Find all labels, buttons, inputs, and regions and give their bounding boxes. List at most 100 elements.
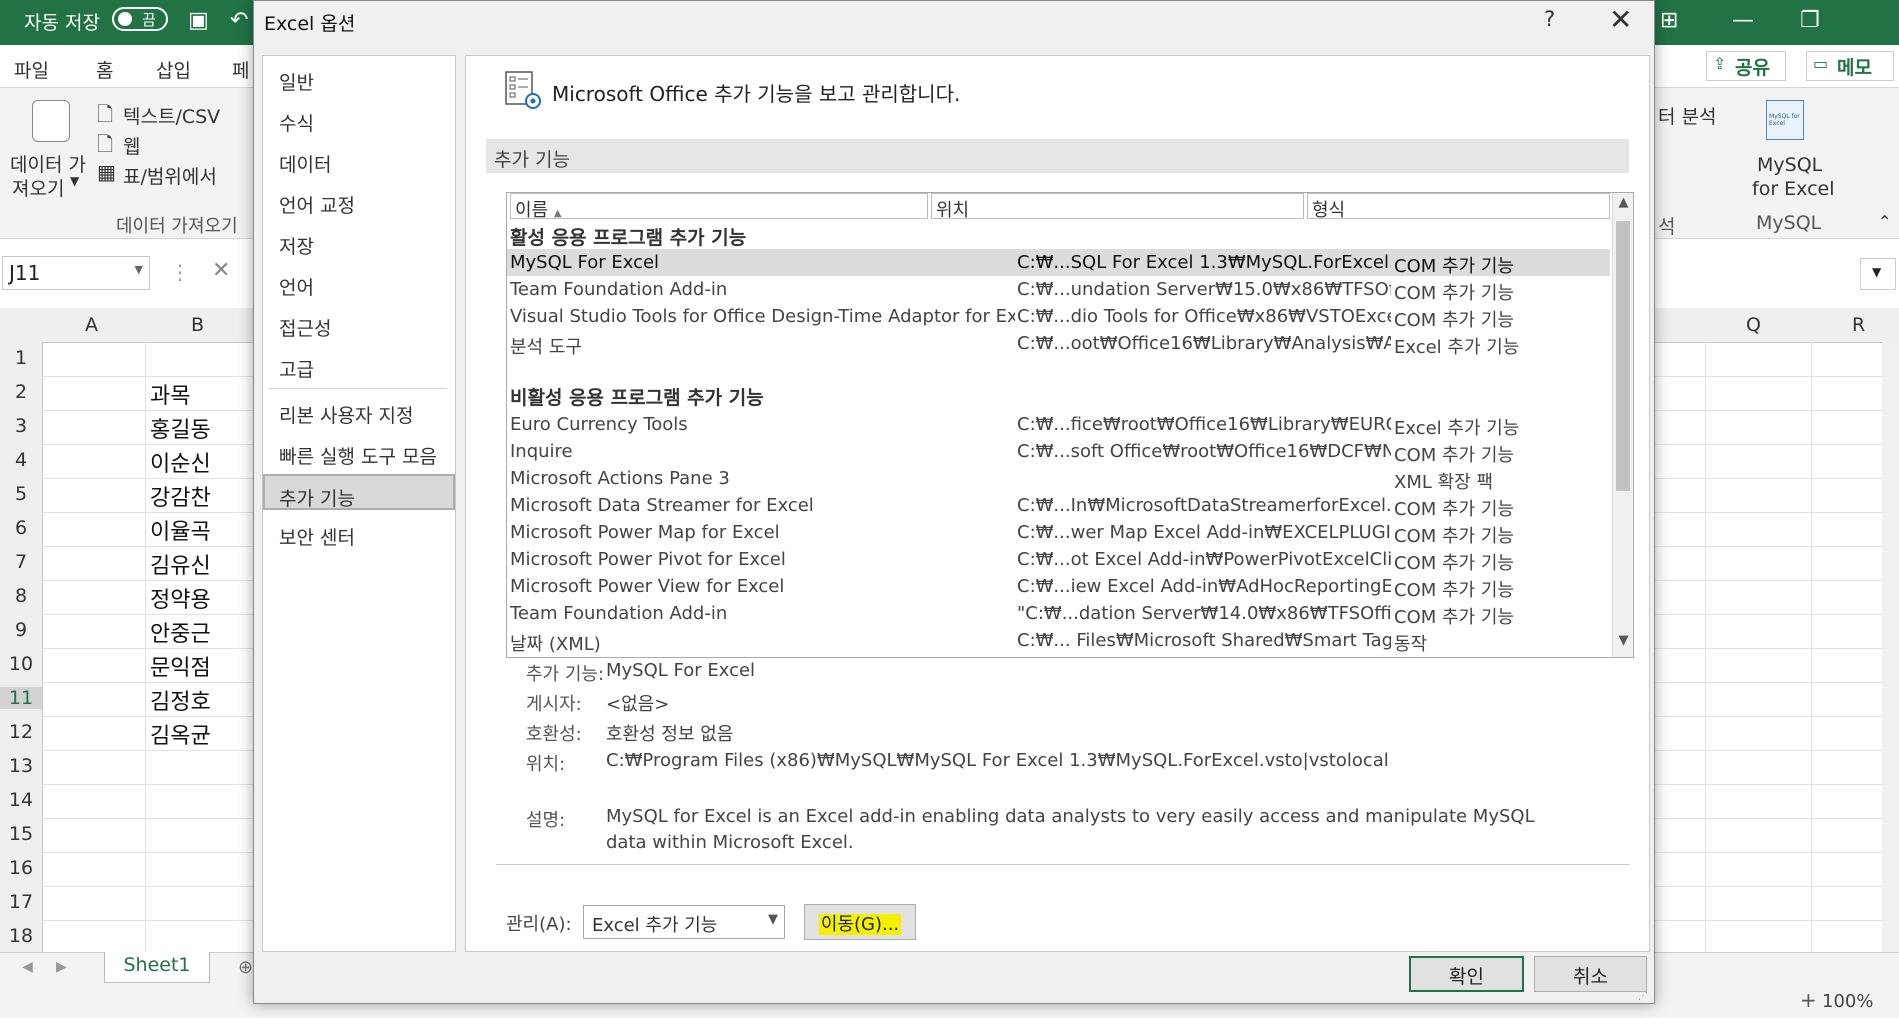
nav-item-customize-ribbon[interactable]: 리본 사용자 지정 <box>263 393 455 429</box>
row-header[interactable]: 2 <box>0 381 42 403</box>
cell-b8[interactable]: 정약용 <box>150 582 211 614</box>
table-row[interactable]: Microsoft Power View for Excel C:₩...iew… <box>507 573 1610 601</box>
scroll-right-icon[interactable]: ▶ <box>56 959 67 975</box>
from-table-button[interactable]: 표/범위에서 <box>123 162 217 189</box>
row-header[interactable]: 4 <box>0 449 42 471</box>
nav-item-data[interactable]: 데이터 <box>263 142 455 178</box>
go-button[interactable]: 이동(G)... <box>804 904 916 940</box>
scroll-down-icon[interactable]: ▼ <box>1613 633 1633 655</box>
chevron-down-icon[interactable]: ▼ <box>70 174 79 188</box>
row-header[interactable]: 3 <box>0 415 42 437</box>
cell-b7[interactable]: 김유신 <box>150 548 211 580</box>
column-header-b[interactable]: B <box>191 314 204 336</box>
collapse-ribbon-icon[interactable]: ⌃ <box>1878 212 1891 231</box>
nav-item-language[interactable]: 언어 <box>263 265 455 301</box>
share-button[interactable]: ⇪ 공유 <box>1706 51 1786 81</box>
nav-item-proofing[interactable]: 언어 교정 <box>263 183 455 219</box>
table-row[interactable]: 분석 도구 C:₩...oot₩Office16₩Library₩Analysi… <box>507 330 1610 358</box>
column-header-r[interactable]: R <box>1852 314 1865 336</box>
zoom-in-icon[interactable]: + <box>1800 988 1817 1012</box>
sheet-tab[interactable]: Sheet1 <box>104 952 210 983</box>
cell-b9[interactable]: 안중근 <box>150 616 211 648</box>
row-header[interactable]: 9 <box>0 619 42 641</box>
row-header[interactable]: 13 <box>0 755 42 777</box>
row-header[interactable]: 16 <box>0 857 42 879</box>
column-header-location[interactable]: 위치 <box>931 193 1304 221</box>
row-header[interactable]: 6 <box>0 517 42 539</box>
table-row[interactable]: Microsoft Data Streamer for Excel C:₩...… <box>507 492 1610 520</box>
cancel-button[interactable]: 취소 <box>1534 956 1647 992</box>
cell-b10[interactable]: 문익점 <box>150 650 211 682</box>
cell-b4[interactable]: 이순신 <box>150 446 211 478</box>
mysql-button-label-2[interactable]: for Excel <box>1752 178 1835 200</box>
table-row[interactable]: Microsoft Power Pivot for Excel C:₩...ot… <box>507 546 1610 574</box>
row-header[interactable]: 7 <box>0 551 42 573</box>
web-button[interactable]: 웹 <box>123 132 140 159</box>
data-analysis-label[interactable]: 터 분석 <box>1658 102 1716 129</box>
nav-item-accessibility[interactable]: 접근성 <box>263 306 455 342</box>
nav-item-general[interactable]: 일반 <box>263 60 455 96</box>
mysql-button-label-1[interactable]: MySQL <box>1757 154 1822 176</box>
manage-select[interactable]: Excel 추가 기능 ▼ <box>583 905 785 939</box>
add-sheet-icon[interactable]: ⊕ <box>238 957 253 978</box>
ok-button[interactable]: 확인 <box>1409 956 1524 992</box>
text-csv-button[interactable]: 텍스트/CSV <box>123 102 220 129</box>
row-header[interactable]: 17 <box>0 891 42 913</box>
undo-icon[interactable]: ↶ <box>230 8 248 33</box>
table-row[interactable]: Team Foundation Add-in "C:₩...dation Ser… <box>507 600 1610 628</box>
row-header[interactable]: 1 <box>0 347 42 369</box>
tab-partial[interactable]: 페 <box>232 56 249 83</box>
nav-item-save[interactable]: 저장 <box>263 224 455 260</box>
ribbon-display-icon[interactable]: ⊞ <box>1660 8 1678 33</box>
table-row[interactable]: Team Foundation Add-in C:₩...undation Se… <box>507 276 1610 304</box>
table-scrollbar[interactable]: ▲ ▼ <box>1612 193 1633 657</box>
column-header-name[interactable]: 이름 ▲ <box>510 193 928 221</box>
cell-b5[interactable]: 강감찬 <box>150 480 211 512</box>
row-header[interactable]: 8 <box>0 585 42 607</box>
name-box[interactable]: J11 ▼ <box>2 256 150 290</box>
tab-file[interactable]: 파일 <box>14 56 49 83</box>
scroll-left-icon[interactable]: ◀ <box>22 959 33 975</box>
minimize-icon[interactable]: — <box>1732 8 1754 33</box>
cell-b6[interactable]: 이율곡 <box>150 514 211 546</box>
nav-item-trust-center[interactable]: 보안 센터 <box>263 515 455 551</box>
resize-grip-icon[interactable]: ⋰ <box>1638 991 1648 1002</box>
sheet-vertical-scrollbar[interactable] <box>1882 342 1899 952</box>
tab-home[interactable]: 홈 <box>96 56 113 83</box>
scroll-up-icon[interactable]: ▲ <box>1613 195 1633 217</box>
row-header[interactable]: 15 <box>0 823 42 845</box>
restore-icon[interactable]: ❐ <box>1800 8 1820 33</box>
cell-b11[interactable]: 김정호 <box>150 684 211 716</box>
tab-insert[interactable]: 삽입 <box>156 56 191 83</box>
table-row[interactable]: Visual Studio Tools for Office Design-Ti… <box>507 303 1610 331</box>
table-row[interactable]: Inquire C:₩...soft Office₩root₩Office16₩… <box>507 438 1610 466</box>
zoom-level[interactable]: 100% <box>1822 991 1873 1012</box>
nav-item-addins[interactable]: 추가 기능 <box>263 474 455 510</box>
mysql-icon[interactable]: MySQL for Excel <box>1766 100 1804 140</box>
column-header-a[interactable]: A <box>85 314 98 336</box>
table-row-selected[interactable]: MySQL For Excel C:₩...SQL For Excel 1.3₩… <box>507 249 1610 277</box>
get-data-label-1[interactable]: 데이터 가 <box>10 150 86 177</box>
nav-item-formulas[interactable]: 수식 <box>263 101 455 137</box>
row-header[interactable]: 5 <box>0 483 42 505</box>
table-row[interactable]: Microsoft Actions Pane 3 XML 확장 팩 <box>507 465 1610 493</box>
row-header[interactable]: 10 <box>0 653 42 675</box>
column-header-q[interactable]: Q <box>1746 314 1761 336</box>
memo-button[interactable]: ▭ 메모 <box>1806 51 1894 81</box>
row-header[interactable]: 14 <box>0 789 42 811</box>
database-icon[interactable] <box>32 100 70 142</box>
nav-item-quick-access[interactable]: 빠른 실행 도구 모음 <box>263 434 455 470</box>
save-icon[interactable]: ▣ <box>188 8 209 33</box>
row-header-selected[interactable]: 11 <box>0 687 42 709</box>
help-button[interactable]: ? <box>1544 7 1555 31</box>
table-row[interactable]: 날짜 (XML) C:₩... Files₩Microsoft Shared₩S… <box>507 627 1610 655</box>
cell-b12[interactable]: 김옥균 <box>150 718 211 750</box>
autosave-toggle[interactable]: 끔 <box>112 7 168 31</box>
row-header[interactable]: 18 <box>0 925 42 947</box>
cell-b2[interactable]: 과목 <box>150 378 190 410</box>
row-header[interactable]: 12 <box>0 721 42 743</box>
close-icon[interactable]: ✕ <box>1609 3 1632 36</box>
scrollbar-thumb[interactable] <box>1616 221 1630 491</box>
cell-b3[interactable]: 홍길동 <box>150 412 211 444</box>
table-row[interactable]: Euro Currency Tools C:₩...fice₩root₩Offi… <box>507 411 1610 439</box>
